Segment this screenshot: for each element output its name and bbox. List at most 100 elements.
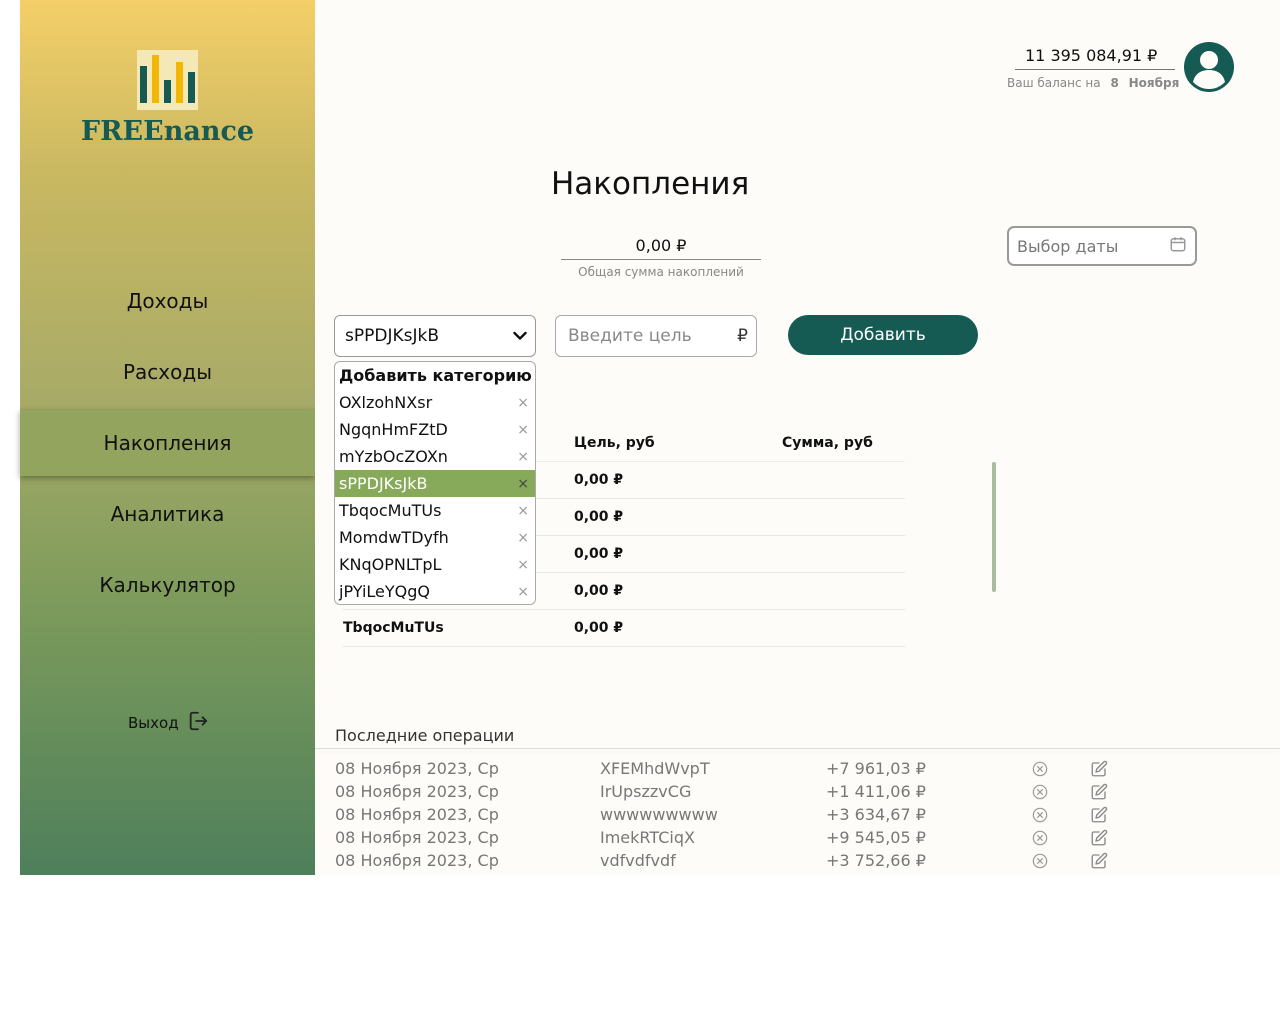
sidebar: FREEnance Доходы Расходы Накопления Анал… xyxy=(20,0,315,875)
remove-icon[interactable]: × xyxy=(517,395,529,411)
balance-caption: Ваш баланс на 8 Ноября xyxy=(1007,76,1187,90)
operation-row: 08 Ноября 2023, Ср ImekRTCiqX +9 545,05 … xyxy=(335,826,1280,849)
sidebar-item-savings[interactable]: Накопления xyxy=(20,410,315,476)
sidebar-nav: Доходы Расходы Накопления Аналитика Каль… xyxy=(20,268,315,623)
recent-operations-title: Последние операции xyxy=(335,726,515,745)
date-picker[interactable]: Выбор даты xyxy=(1007,226,1197,266)
dropdown-item-label: NgqnHmFZtD xyxy=(339,420,448,439)
operation-date: 08 Ноября 2023, Ср xyxy=(335,782,499,801)
operation-row: 08 Ноября 2023, Ср XFEMhdWvpT +7 961,03 … xyxy=(335,757,1280,780)
remove-icon[interactable]: × xyxy=(517,449,529,465)
remove-icon[interactable]: × xyxy=(517,557,529,573)
operation-name: vdfvdfvdf xyxy=(600,851,676,870)
category-select-value: sPPDJKsJkB xyxy=(345,326,439,346)
category-select[interactable]: sPPDJKsJkB xyxy=(334,315,536,357)
logout-label: Выход xyxy=(128,714,179,732)
user-icon xyxy=(1193,51,1225,89)
balance-widget: 11 395 084,91 ₽ Ваш баланс на 8 Ноября xyxy=(1007,44,1187,90)
brand-name: FREEnance xyxy=(80,116,255,147)
balance-month: Ноября xyxy=(1128,76,1180,90)
sidebar-item-income[interactable]: Доходы xyxy=(20,268,315,334)
operation-row: 08 Ноября 2023, Ср vdfvdfvdf +3 752,66 ₽ xyxy=(335,849,1280,872)
dropdown-item-label: OXlzohNXsr xyxy=(339,393,433,412)
category-dropdown: Добавить категорию OXlzohNXsr × NgqnHmFZ… xyxy=(334,361,536,605)
dropdown-item[interactable]: jPYiLeYQgQ × xyxy=(335,578,535,604)
dropdown-item-label: mYzbOcZOXn xyxy=(339,447,448,466)
balance-caption-text: Ваш баланс на xyxy=(1007,76,1101,90)
operation-amount: +7 961,03 ₽ xyxy=(826,759,926,778)
cell-goal: 0,00 ₽ xyxy=(574,620,624,636)
user-avatar[interactable] xyxy=(1184,42,1234,92)
dropdown-item-label: MomdwTDyfh xyxy=(339,528,449,547)
remove-icon[interactable]: × xyxy=(517,422,529,438)
column-header-goal: Цель, руб xyxy=(574,434,655,451)
remove-icon[interactable]: × xyxy=(517,503,529,519)
edit-icon[interactable] xyxy=(1090,829,1120,847)
edit-icon[interactable] xyxy=(1090,760,1120,778)
delete-icon[interactable] xyxy=(1032,807,1090,823)
date-picker-placeholder: Выбор даты xyxy=(1017,236,1119,256)
dropdown-item-selected[interactable]: sPPDJKsJkB × xyxy=(335,470,535,497)
calendar-icon xyxy=(1169,235,1187,257)
remove-icon[interactable]: × xyxy=(517,530,529,546)
operation-name: wwwwwwwww xyxy=(600,805,718,824)
goal-field: ₽ xyxy=(555,315,757,357)
logout-button[interactable]: Выход xyxy=(128,710,209,736)
operation-amount: +9 545,05 ₽ xyxy=(826,828,926,847)
edit-icon[interactable] xyxy=(1090,806,1120,824)
dropdown-item-label: jPYiLeYQgQ xyxy=(339,582,430,601)
operation-name: XFEMhdWvpT xyxy=(600,759,710,778)
dropdown-item[interactable]: TbqocMuTUs × xyxy=(335,497,535,524)
delete-icon[interactable] xyxy=(1032,761,1090,777)
edit-icon[interactable] xyxy=(1090,852,1120,870)
logout-icon xyxy=(187,710,209,736)
column-header-sum: Сумма, руб xyxy=(782,434,873,451)
delete-icon[interactable] xyxy=(1032,784,1090,800)
delete-icon[interactable] xyxy=(1032,853,1090,869)
cell-goal: 0,00 ₽ xyxy=(574,546,624,562)
total-savings-caption: Общая сумма накоплений xyxy=(578,265,744,279)
delete-icon[interactable] xyxy=(1032,830,1090,846)
cell-goal: 0,00 ₽ xyxy=(574,509,624,525)
dropdown-item[interactable]: MomdwTDyfh × xyxy=(335,524,535,551)
operation-amount: +1 411,06 ₽ xyxy=(826,782,926,801)
chevron-down-icon xyxy=(513,326,527,346)
edit-icon[interactable] xyxy=(1090,783,1120,801)
operation-name: ImekRTCiqX xyxy=(600,828,695,847)
sidebar-item-calculator[interactable]: Калькулятор xyxy=(20,552,315,618)
cell-goal: 0,00 ₽ xyxy=(574,472,624,488)
goal-input[interactable] xyxy=(566,325,720,347)
recent-operations-list: 08 Ноября 2023, Ср XFEMhdWvpT +7 961,03 … xyxy=(335,757,1280,872)
cell-goal: 0,00 ₽ xyxy=(574,583,624,599)
remove-icon[interactable]: × xyxy=(517,476,529,492)
operation-date: 08 Ноября 2023, Ср xyxy=(335,759,499,778)
operation-row: 08 Ноября 2023, Ср wwwwwwwww +3 634,67 ₽ xyxy=(335,803,1280,826)
dropdown-item[interactable]: mYzbOcZOXn × xyxy=(335,443,535,470)
dropdown-item-label: sPPDJKsJkB xyxy=(339,474,428,493)
operation-amount: +3 634,67 ₽ xyxy=(826,805,926,824)
operation-date: 08 Ноября 2023, Ср xyxy=(335,805,499,824)
balance-amount: 11 395 084,91 ₽ xyxy=(1015,44,1175,70)
table-scrollbar[interactable] xyxy=(992,462,996,592)
add-button[interactable]: Добавить xyxy=(788,315,978,355)
main-content: 11 395 084,91 ₽ Ваш баланс на 8 Ноября Н… xyxy=(315,0,1280,875)
remove-icon[interactable]: × xyxy=(517,584,529,600)
cell-name: TbqocMuTUs xyxy=(343,620,444,636)
dropdown-item[interactable]: NgqnHmFZtD × xyxy=(335,416,535,443)
operation-name: IrUpszzvCG xyxy=(600,782,692,801)
operation-date: 08 Ноября 2023, Ср xyxy=(335,851,499,870)
dropdown-item[interactable]: OXlzohNXsr × xyxy=(335,389,535,416)
balance-day: 8 xyxy=(1110,76,1119,90)
app-root: FREEnance Доходы Расходы Накопления Анал… xyxy=(20,0,1280,875)
dropdown-item[interactable]: KNqOPNLTpL × xyxy=(335,551,535,578)
divider xyxy=(315,748,1280,749)
table-row[interactable]: TbqocMuTUs 0,00 ₽ xyxy=(343,610,905,647)
add-category-option[interactable]: Добавить категорию xyxy=(335,362,535,389)
operation-date: 08 Ноября 2023, Ср xyxy=(335,828,499,847)
total-savings: 0,00 ₽ Общая сумма накоплений xyxy=(561,236,761,279)
sidebar-item-analytics[interactable]: Аналитика xyxy=(20,481,315,547)
dropdown-item-label: KNqOPNLTpL xyxy=(339,555,442,574)
sidebar-item-expenses[interactable]: Расходы xyxy=(20,339,315,405)
logo-icon xyxy=(137,50,198,110)
page-title-text: Накопления xyxy=(551,166,750,202)
